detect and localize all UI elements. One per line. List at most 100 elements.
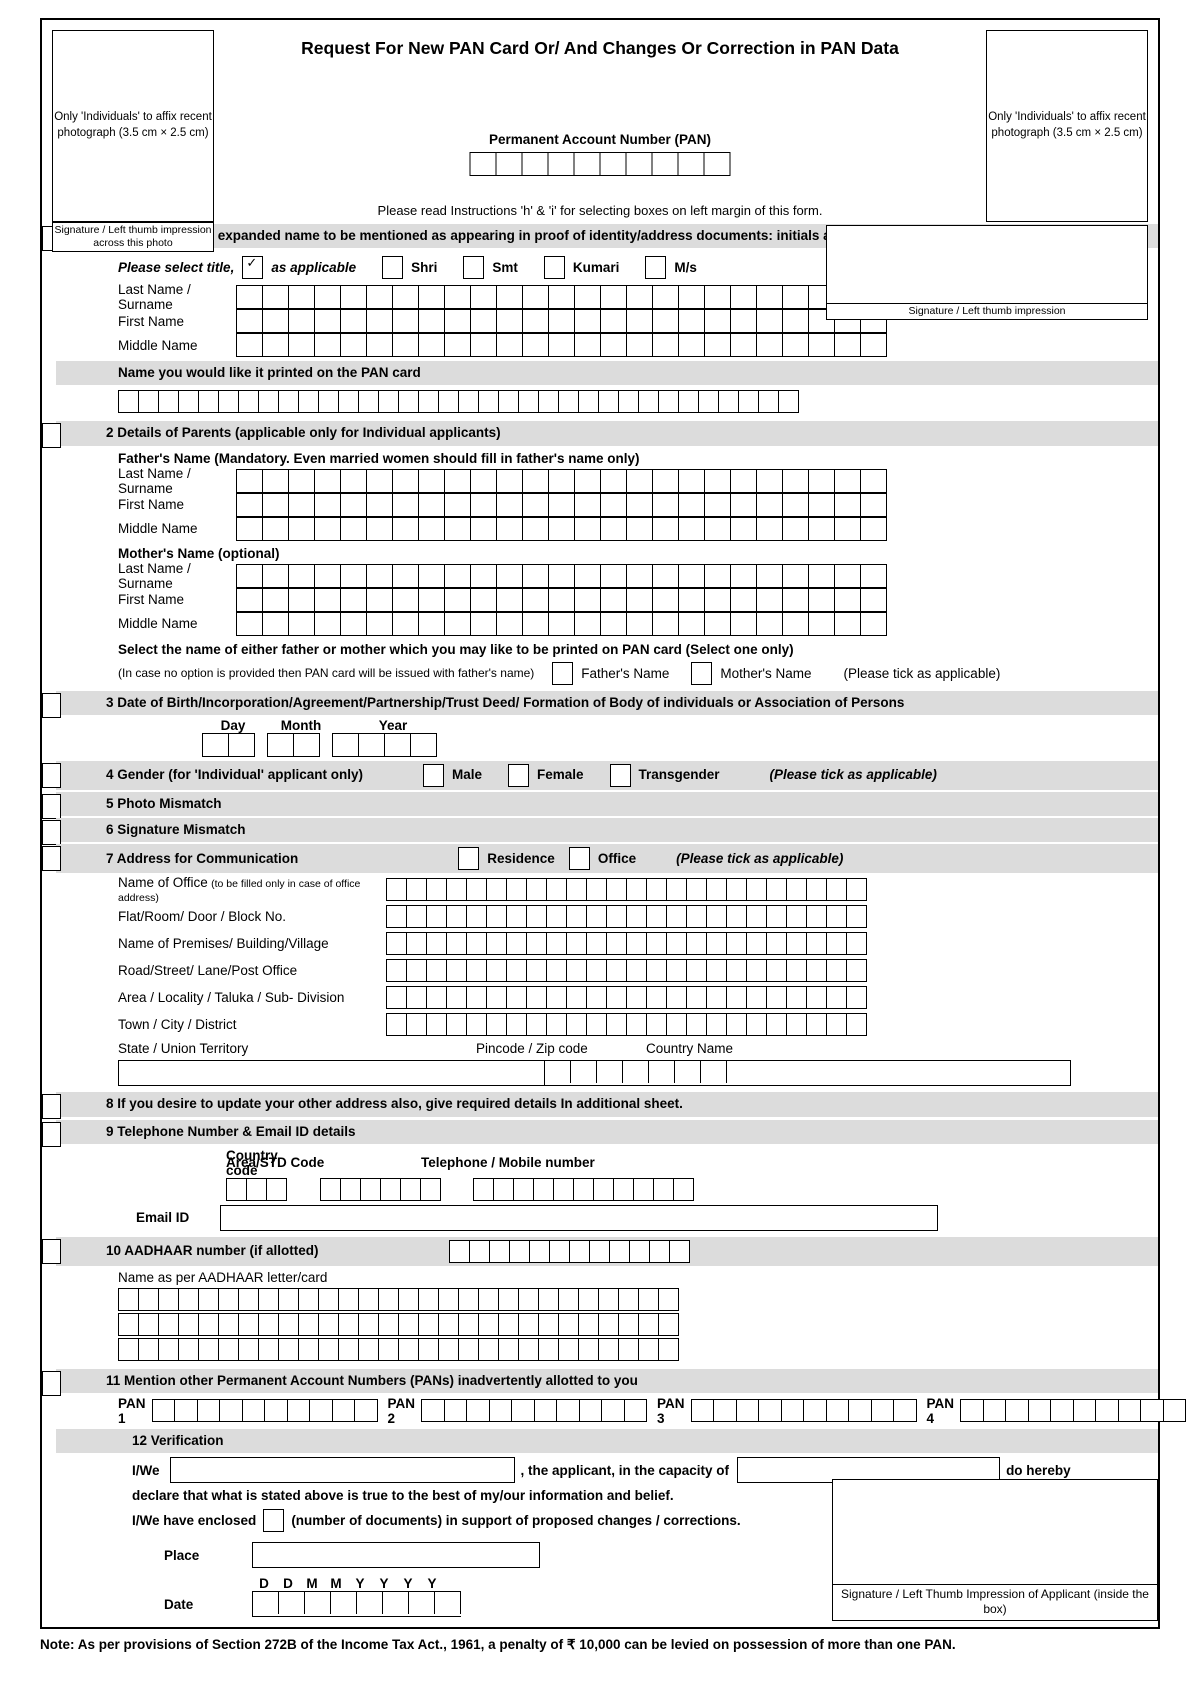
input-cell[interactable] bbox=[387, 879, 407, 901]
input-cell[interactable] bbox=[731, 564, 757, 587]
input-cell[interactable] bbox=[263, 517, 289, 540]
input-cell[interactable] bbox=[667, 1014, 687, 1036]
input-cell[interactable] bbox=[527, 987, 547, 1009]
input-cell[interactable] bbox=[627, 933, 647, 955]
input-cell[interactable] bbox=[667, 906, 687, 928]
input-cell[interactable] bbox=[263, 334, 289, 357]
input-cell[interactable] bbox=[421, 1178, 441, 1200]
aadhaar-name-grid-1[interactable] bbox=[118, 1287, 1158, 1313]
input-cell[interactable] bbox=[333, 1400, 356, 1422]
input-cell[interactable] bbox=[601, 517, 627, 540]
input-cell[interactable] bbox=[547, 987, 567, 1009]
input-cell[interactable] bbox=[705, 588, 731, 611]
input-cell[interactable] bbox=[1164, 1400, 1187, 1422]
input-cell[interactable] bbox=[757, 564, 783, 587]
input-cell[interactable] bbox=[199, 1288, 219, 1310]
printed-name-input[interactable] bbox=[118, 390, 799, 414]
input-cell[interactable] bbox=[139, 1288, 159, 1310]
input-cell[interactable] bbox=[435, 1592, 461, 1615]
input-cell[interactable] bbox=[679, 493, 705, 516]
input-cell[interactable] bbox=[439, 1338, 459, 1360]
input-cell[interactable] bbox=[497, 517, 523, 540]
input-cell[interactable] bbox=[399, 1338, 419, 1360]
input-cell[interactable] bbox=[614, 1178, 634, 1200]
verification-applicant-name-input[interactable] bbox=[169, 1457, 515, 1484]
input-cell[interactable] bbox=[203, 733, 229, 756]
input-cell[interactable] bbox=[450, 1240, 470, 1262]
input-cell[interactable] bbox=[807, 987, 827, 1009]
input-cell[interactable] bbox=[667, 879, 687, 901]
input-cell[interactable] bbox=[219, 1288, 239, 1310]
input-cell[interactable] bbox=[315, 310, 341, 333]
input-cell[interactable] bbox=[310, 1400, 333, 1422]
other-pan-2-input[interactable] bbox=[421, 1399, 648, 1423]
input-cell[interactable] bbox=[687, 1014, 707, 1036]
input-cell[interactable] bbox=[861, 469, 887, 492]
input-cell[interactable] bbox=[1051, 1400, 1074, 1422]
input-cell[interactable] bbox=[379, 1313, 399, 1335]
input-cell[interactable] bbox=[289, 286, 315, 309]
input-cell[interactable] bbox=[727, 933, 747, 955]
input-cell[interactable] bbox=[527, 933, 547, 955]
input-cell[interactable] bbox=[198, 1400, 221, 1422]
input-cell[interactable] bbox=[199, 391, 219, 413]
signature-right-box[interactable]: Signature / Left thumb impression bbox=[826, 225, 1148, 320]
input-cell[interactable] bbox=[639, 391, 659, 413]
input-cell[interactable] bbox=[567, 906, 587, 928]
input-cell[interactable] bbox=[727, 906, 747, 928]
std-code-input[interactable] bbox=[320, 1177, 441, 1201]
input-cell[interactable] bbox=[787, 933, 807, 955]
input-cell[interactable] bbox=[705, 469, 731, 492]
input-cell[interactable] bbox=[179, 1338, 199, 1360]
input-cell[interactable] bbox=[381, 1178, 401, 1200]
input-cell[interactable] bbox=[393, 588, 419, 611]
parent-print-checkbox-mother[interactable] bbox=[691, 661, 713, 685]
input-cell[interactable] bbox=[549, 564, 575, 587]
input-cell[interactable] bbox=[401, 1178, 421, 1200]
input-cell[interactable] bbox=[747, 1014, 767, 1036]
input-cell[interactable] bbox=[499, 391, 519, 413]
input-cell[interactable] bbox=[687, 987, 707, 1009]
input-cell[interactable] bbox=[387, 1014, 407, 1036]
input-cell[interactable] bbox=[527, 906, 547, 928]
input-cell[interactable] bbox=[379, 1288, 399, 1310]
input-cell[interactable] bbox=[319, 1313, 339, 1335]
father-last-name-input[interactable] bbox=[236, 468, 887, 493]
input-cell[interactable] bbox=[367, 286, 393, 309]
input-cell[interactable] bbox=[575, 564, 601, 587]
input-cell[interactable] bbox=[427, 933, 447, 955]
input-cell[interactable] bbox=[599, 391, 619, 413]
input-cell[interactable] bbox=[387, 933, 407, 955]
input-cell[interactable] bbox=[707, 1014, 727, 1036]
input-cell[interactable] bbox=[315, 469, 341, 492]
input-cell[interactable] bbox=[705, 286, 731, 309]
input-cell[interactable] bbox=[237, 564, 263, 587]
input-cell[interactable] bbox=[559, 1338, 579, 1360]
input-cell[interactable] bbox=[393, 310, 419, 333]
input-cell[interactable] bbox=[847, 987, 867, 1009]
input-cell[interactable] bbox=[687, 906, 707, 928]
input-cell[interactable] bbox=[787, 1014, 807, 1036]
input-cell[interactable] bbox=[590, 1240, 610, 1262]
input-cell[interactable] bbox=[294, 733, 320, 756]
input-cell[interactable] bbox=[599, 1288, 619, 1310]
aadhaar-name-grid-3[interactable] bbox=[118, 1337, 1158, 1363]
input-cell[interactable] bbox=[783, 286, 809, 309]
input-cell[interactable] bbox=[575, 153, 601, 175]
input-cell[interactable] bbox=[659, 1313, 679, 1335]
input-cell[interactable] bbox=[654, 1178, 674, 1200]
section-7-left-margin-checkbox[interactable] bbox=[42, 846, 61, 872]
address-road-input[interactable] bbox=[386, 959, 867, 983]
input-cell[interactable] bbox=[361, 1178, 381, 1200]
input-cell[interactable] bbox=[767, 1014, 787, 1036]
input-cell[interactable] bbox=[705, 153, 731, 175]
input-cell[interactable] bbox=[861, 588, 887, 611]
input-cell[interactable] bbox=[757, 286, 783, 309]
input-cell[interactable] bbox=[497, 493, 523, 516]
input-cell[interactable] bbox=[519, 1338, 539, 1360]
address-country-input[interactable] bbox=[727, 1060, 1071, 1087]
input-cell[interactable] bbox=[467, 960, 487, 982]
input-cell[interactable] bbox=[601, 286, 627, 309]
input-cell[interactable] bbox=[601, 564, 627, 587]
input-cell[interactable] bbox=[607, 879, 627, 901]
